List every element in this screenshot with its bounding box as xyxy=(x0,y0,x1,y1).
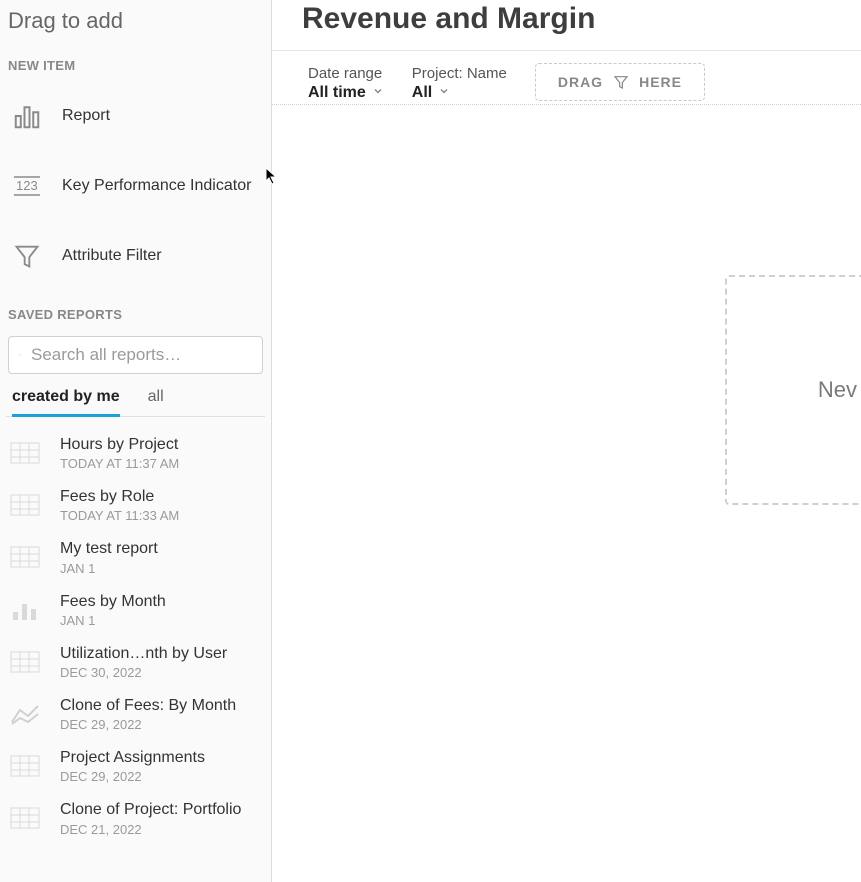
tab-created-by-me[interactable]: created by me xyxy=(12,384,120,417)
report-item[interactable]: Utilization…nth by User DEC 30, 2022 xyxy=(6,636,265,688)
report-item[interactable]: Hours by Project TODAY AT 11:37 AM xyxy=(6,427,265,479)
new-item-attribute-filter[interactable]: Attribute Filter xyxy=(8,221,263,291)
filter-drop-target[interactable]: DRAG HERE xyxy=(535,63,705,101)
tab-all[interactable]: all xyxy=(148,384,164,416)
new-item-report[interactable]: Report xyxy=(8,81,263,151)
report-name: My test report xyxy=(60,539,158,558)
saved-reports-section-label: SAVED REPORTS xyxy=(0,291,271,330)
filter-date-range[interactable]: Date range All time xyxy=(308,65,384,102)
funnel-icon xyxy=(613,74,629,90)
new-item-label: Key Performance Indicator xyxy=(62,177,251,195)
report-item[interactable]: Clone of Fees: By Month DEC 29, 2022 xyxy=(6,688,265,740)
drag-here-left: DRAG xyxy=(558,74,603,90)
svg-text:123: 123 xyxy=(16,178,38,193)
filter-value[interactable]: All time xyxy=(308,84,384,102)
filter-label: Date range xyxy=(308,65,384,82)
filter-value[interactable]: All xyxy=(412,84,507,102)
table-thumb-icon xyxy=(8,752,42,780)
report-name: Clone of Project: Portfolio xyxy=(60,800,241,819)
page-title: Revenue and Margin xyxy=(272,0,861,50)
chevron-down-icon xyxy=(372,84,384,102)
sidebar-panel: Drag to add NEW ITEM Report 123 Key Perf… xyxy=(0,0,272,882)
bar-thumb-icon xyxy=(8,596,42,624)
sidebar-title: Drag to add xyxy=(0,8,271,42)
search-container[interactable] xyxy=(8,336,263,374)
dropzone-text: Nev xyxy=(818,377,857,403)
new-item-section-label: NEW ITEM xyxy=(0,42,271,81)
report-name: Fees by Month xyxy=(60,592,166,611)
report-timestamp: DEC 29, 2022 xyxy=(60,769,205,784)
main-area: Revenue and Margin Date range All time P… xyxy=(272,0,861,882)
report-timestamp: DEC 21, 2022 xyxy=(60,822,241,837)
kpi-number-icon: 123 xyxy=(10,169,44,203)
dashboard-canvas[interactable]: Nev xyxy=(272,105,861,882)
report-timestamp: DEC 29, 2022 xyxy=(60,717,236,732)
report-list: Hours by Project TODAY AT 11:37 AM Fees by… xyxy=(6,417,265,845)
report-item[interactable]: Project Assignments DEC 29, 2022 xyxy=(6,740,265,792)
line-thumb-icon xyxy=(8,700,42,728)
report-item[interactable]: Clone of Project: Portfolio DEC 21, 2022 xyxy=(6,792,265,844)
report-name: Hours by Project xyxy=(60,435,179,454)
filter-bar: Date range All time Project: Name All DR… xyxy=(272,51,861,105)
chevron-down-icon xyxy=(438,84,450,102)
report-item[interactable]: Fees by Role TODAY AT 11:33 AM xyxy=(6,479,265,531)
report-timestamp: JAN 1 xyxy=(60,561,158,576)
new-item-list: Report 123 Key Performance Indicator Att… xyxy=(0,81,271,291)
report-name: Clone of Fees: By Month xyxy=(60,696,236,715)
report-item[interactable]: My test report JAN 1 xyxy=(6,531,265,583)
widget-dropzone[interactable]: Nev xyxy=(725,275,861,505)
search-input[interactable] xyxy=(31,345,252,365)
table-thumb-icon xyxy=(8,804,42,832)
report-name: Utilization…nth by User xyxy=(60,644,227,663)
report-timestamp: JAN 1 xyxy=(60,613,166,628)
table-thumb-icon xyxy=(8,439,42,467)
report-tabs: created by me all xyxy=(6,384,265,417)
new-item-label: Report xyxy=(62,107,110,125)
bar-chart-icon xyxy=(10,99,44,133)
new-item-kpi[interactable]: 123 Key Performance Indicator xyxy=(8,151,263,221)
table-thumb-icon xyxy=(8,491,42,519)
funnel-icon xyxy=(10,239,44,273)
filter-project-name[interactable]: Project: Name All xyxy=(412,65,507,102)
table-thumb-icon xyxy=(8,543,42,571)
report-timestamp: DEC 30, 2022 xyxy=(60,665,227,680)
filter-label: Project: Name xyxy=(412,65,507,82)
table-thumb-icon xyxy=(8,648,42,676)
saved-reports-section: created by me all Hours by Project TODAY … xyxy=(0,330,271,882)
report-item[interactable]: Fees by Month JAN 1 xyxy=(6,584,265,636)
report-timestamp: TODAY AT 11:37 AM xyxy=(60,456,179,471)
report-timestamp: TODAY AT 11:33 AM xyxy=(60,508,179,523)
report-name: Fees by Role xyxy=(60,487,179,506)
drag-here-right: HERE xyxy=(639,74,682,90)
search-icon xyxy=(19,345,21,365)
new-item-label: Attribute Filter xyxy=(62,247,162,265)
report-name: Project Assignments xyxy=(60,748,205,767)
